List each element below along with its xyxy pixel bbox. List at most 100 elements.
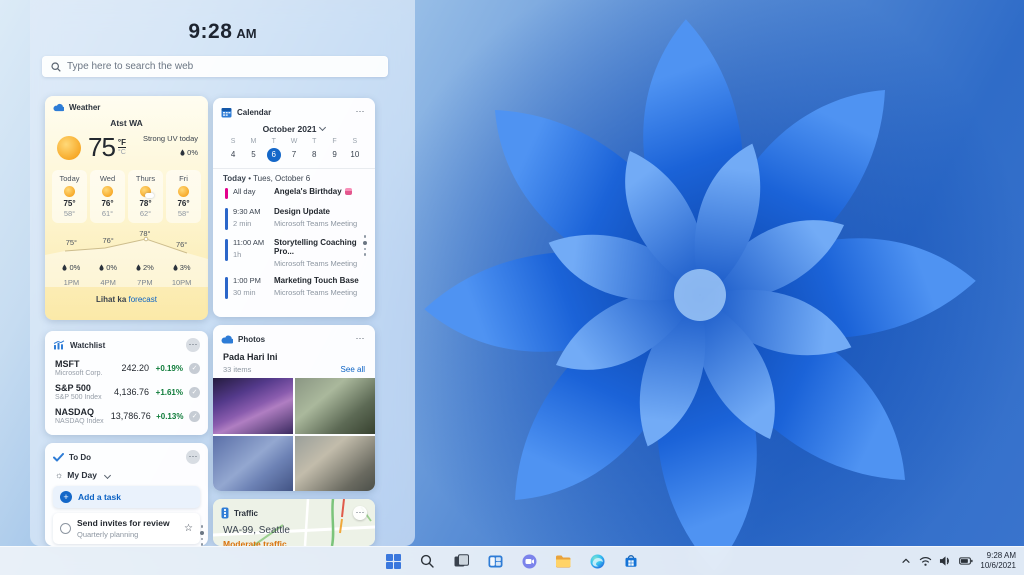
sun-icon: ☼ <box>55 470 63 480</box>
watchlist-widget[interactable]: Watchlist ⋯ MSFT Microsoft Corp. 242.20 … <box>45 331 208 435</box>
desktop: 9:28AM Weather Atst WA 75 °F <box>0 0 1024 575</box>
unit-celsius[interactable]: °C <box>118 149 126 156</box>
todo-widget[interactable]: To Do ⋯ ☼ My Day Add a task Send invites… <box>45 443 208 546</box>
calendar-icon <box>221 107 232 118</box>
hidden-icons-chevron[interactable] <box>900 555 912 567</box>
sun-icon <box>57 136 81 160</box>
day-letter: F <box>324 138 344 145</box>
stocks-chart-icon <box>53 340 65 350</box>
edge-icon <box>590 554 605 569</box>
taskbar-search-button[interactable] <box>416 550 438 572</box>
daily-forecast: Today 75° 58° Wed 76° 61° Thurs 78° 62° <box>45 165 208 223</box>
plus-icon <box>60 491 72 503</box>
taskbar: 9:28 AM 10/6/2021 <box>0 546 1024 575</box>
date-cell-selected[interactable]: 6 <box>267 148 281 162</box>
photo-thumbnail[interactable] <box>213 378 293 434</box>
date-cell[interactable]: 4 <box>223 148 243 162</box>
calendar-widget[interactable]: Calendar ⋯ October 2021 S M T W T F S 4 … <box>213 98 375 317</box>
precipitation: 0% <box>180 148 198 157</box>
unit-fahrenheit[interactable]: °F <box>118 138 126 148</box>
calendar-more-button[interactable]: ⋯ <box>353 105 367 119</box>
birthday-cake-icon <box>345 188 352 195</box>
forecast-day[interactable]: Fri 76° 58° <box>166 170 201 223</box>
todo-scrollbar[interactable] <box>200 525 204 546</box>
clock-ampm: AM <box>236 26 256 41</box>
weather-widget[interactable]: Weather Atst WA 75 °F °C Strong UV today… <box>45 96 208 320</box>
check-circle-icon[interactable] <box>189 387 200 398</box>
calendar-event[interactable]: 11:00 AM1h Storytelling Coaching Pro... … <box>213 234 375 272</box>
traffic-more-button[interactable]: ⋯ <box>353 506 367 520</box>
album-title[interactable]: Pada Hari Ini <box>223 352 365 362</box>
hourly-slot: 76° 0% 4PM <box>90 229 127 287</box>
wifi-icon[interactable] <box>919 555 932 567</box>
droplet-icon <box>62 264 67 271</box>
tray-clock[interactable]: 9:28 AM 10/6/2021 <box>980 551 1016 571</box>
file-explorer-button[interactable] <box>552 550 574 572</box>
widgets-icon <box>488 555 503 568</box>
chat-icon <box>522 554 537 569</box>
see-all-link[interactable]: See all <box>341 365 365 374</box>
calendar-event[interactable]: 9:30 AM2 min Design Update Microsoft Tea… <box>213 203 375 234</box>
folder-icon <box>555 555 571 568</box>
photos-more-button[interactable]: ⋯ <box>353 332 367 346</box>
chevron-down-icon <box>319 124 326 131</box>
start-button[interactable] <box>382 550 404 572</box>
date-cell[interactable]: 5 <box>243 148 263 162</box>
list-selector[interactable]: ☼ My Day <box>45 468 208 486</box>
clock-time: 9:28 <box>188 20 232 43</box>
tray-date: 10/6/2021 <box>980 561 1016 571</box>
stock-row[interactable]: NASDAQ NASDAQ Index 13,786.76 +0.13% <box>45 404 208 428</box>
stock-row[interactable]: MSFT Microsoft Corp. 242.20 +0.19% <box>45 356 208 380</box>
chat-button[interactable] <box>518 550 540 572</box>
hourly-slot: 76° 3% 10PM <box>163 229 200 287</box>
search-input[interactable] <box>67 61 379 72</box>
day-letter: W <box>284 138 304 145</box>
photo-thumbnail[interactable] <box>295 436 375 491</box>
stock-row[interactable]: S&P 500 S&P 500 Index 4,136.76 +1.61% <box>45 380 208 404</box>
date-cell[interactable]: 7 <box>284 148 304 162</box>
weather-cloud-icon <box>53 103 64 112</box>
check-circle-icon[interactable] <box>189 411 200 422</box>
add-task-button[interactable]: Add a task <box>53 486 200 508</box>
sunny-icon <box>102 186 113 197</box>
todo-title: To Do <box>69 453 181 462</box>
divider <box>213 168 375 169</box>
hourly-forecast: 75° 0% 1PM 76° 0% 4PM 78 <box>45 229 208 287</box>
calendar-scrollbar[interactable] <box>363 235 367 256</box>
todo-more-button[interactable]: ⋯ <box>186 450 200 464</box>
traffic-status: Moderate traffic <box>223 539 365 546</box>
forecast-day[interactable]: Thurs 78° 62° <box>128 170 163 223</box>
photo-thumbnail[interactable] <box>213 436 293 491</box>
check-circle-icon[interactable] <box>189 363 200 374</box>
forecast-day[interactable]: Wed 76° 61° <box>90 170 125 223</box>
forecast-link-prefix: Lihat ka <box>96 295 126 304</box>
photos-title: Photos <box>238 335 348 344</box>
widgets-button[interactable] <box>484 550 506 572</box>
tray-time: 9:28 AM <box>980 551 1016 561</box>
hourly-slot: 78° 2% 7PM <box>127 229 164 287</box>
traffic-route: WA-99, Seattle <box>223 525 365 536</box>
task-item[interactable]: Send invites for review Quarterly planni… <box>53 513 200 544</box>
task-view-button[interactable] <box>450 550 472 572</box>
volume-icon[interactable] <box>939 555 952 567</box>
web-search-bar[interactable] <box>42 56 388 77</box>
microsoft-store-button[interactable] <box>620 550 642 572</box>
star-icon[interactable]: ☆ <box>184 523 193 534</box>
date-cell[interactable]: 10 <box>345 148 365 162</box>
task-checkbox[interactable] <box>60 523 71 534</box>
battery-icon[interactable] <box>959 555 973 567</box>
edge-browser-button[interactable] <box>586 550 608 572</box>
day-letter: S <box>223 138 243 145</box>
traffic-widget[interactable]: Traffic ⋯ WA-99, Seattle Moderate traffi… <box>213 499 375 546</box>
calendar-event[interactable]: 1:00 PM30 min Marketing Touch Base Micro… <box>213 272 375 303</box>
photos-widget[interactable]: Photos ⋯ Pada Hari Ini 33 items See all <box>213 325 375 491</box>
forecast-day[interactable]: Today 75° 58° <box>52 170 87 223</box>
date-cell[interactable]: 9 <box>324 148 344 162</box>
watchlist-more-button[interactable]: ⋯ <box>186 338 200 352</box>
month-selector[interactable]: October 2021 <box>213 124 375 134</box>
calendar-title: Calendar <box>237 108 348 117</box>
calendar-event[interactable]: All day Angela's Birthday <box>213 183 375 203</box>
date-cell[interactable]: 8 <box>304 148 324 162</box>
photo-thumbnail[interactable] <box>295 378 375 434</box>
see-forecast-link[interactable]: forecast <box>129 295 157 304</box>
